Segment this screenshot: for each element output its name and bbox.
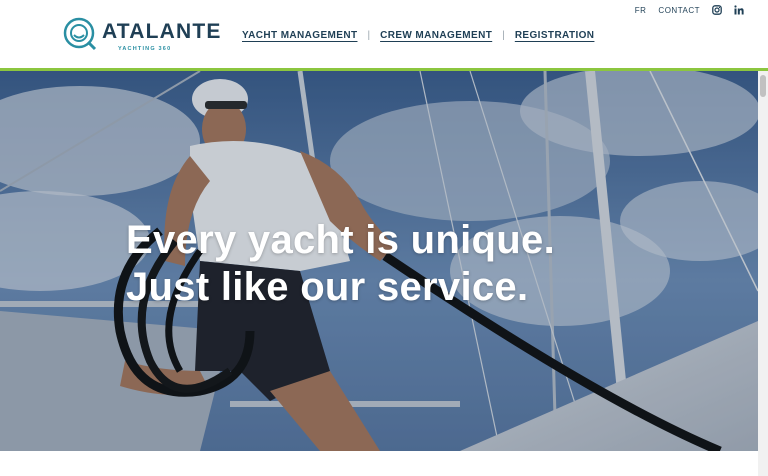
logo-mark-icon (63, 17, 97, 51)
content-below-hero (0, 451, 758, 476)
nav-registration[interactable]: REGISTRATION (515, 30, 595, 41)
hero-banner: Every yacht is unique. Just like our ser… (0, 71, 758, 451)
hero-headline: Every yacht is unique. Just like our ser… (126, 217, 555, 311)
main-nav: YACHT MANAGEMENT | CREW MANAGEMENT | REG… (242, 30, 594, 41)
brand-tagline: YACHTING 360 (118, 46, 172, 52)
linkedin-icon[interactable] (734, 5, 744, 15)
nav-yacht-management[interactable]: YACHT MANAGEMENT (242, 30, 357, 41)
nav-crew-management[interactable]: CREW MANAGEMENT (380, 30, 492, 41)
nav-separator: | (367, 30, 371, 41)
utility-nav: FR CONTACT (623, 5, 744, 15)
site-header: ATALANTE YACHTING 360 YACHT MANAGEMENT |… (0, 0, 768, 70)
language-switch-link[interactable]: FR (635, 6, 647, 15)
instagram-icon[interactable] (712, 5, 722, 15)
brand-name: ATALANTE (102, 20, 222, 43)
contact-link[interactable]: CONTACT (658, 6, 700, 15)
hero-headline-line1: Every yacht is unique. (126, 218, 555, 262)
brand-logo[interactable]: ATALANTE YACHTING 360 (62, 16, 220, 56)
nav-separator: | (502, 30, 505, 41)
hero-headline-line2: Just like our service. (126, 265, 529, 309)
page-scrollbar[interactable] (758, 71, 768, 476)
scrollbar-thumb[interactable] (760, 75, 766, 97)
